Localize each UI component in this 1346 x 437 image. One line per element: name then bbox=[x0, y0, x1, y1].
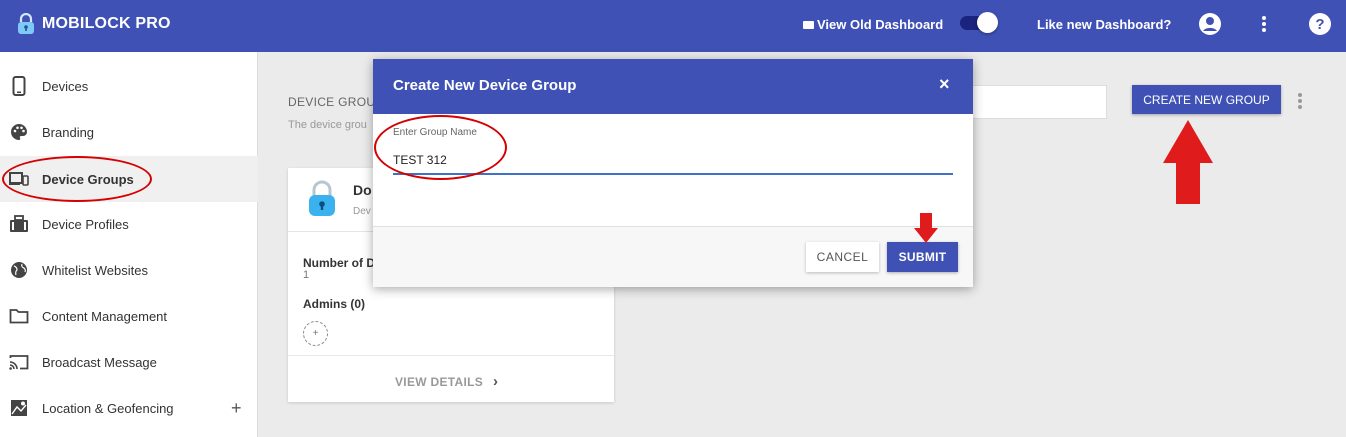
lock-icon bbox=[309, 180, 335, 216]
sidebar-item-label: Location & Geofencing bbox=[42, 400, 174, 416]
add-admin-button[interactable]: + bbox=[303, 321, 328, 346]
lock-logo-icon bbox=[18, 13, 34, 34]
group-name: Do bbox=[353, 182, 372, 198]
phone-icon bbox=[9, 76, 29, 96]
create-group-dialog: Create New Device Group × Enter Group Na… bbox=[373, 59, 973, 287]
close-icon[interactable]: × bbox=[939, 74, 950, 95]
search-input[interactable] bbox=[960, 85, 1107, 119]
page-subtitle: The device grou bbox=[288, 119, 367, 131]
sidebar-item-broadcast-message[interactable]: Broadcast Message bbox=[0, 339, 258, 385]
page-more-vert-icon[interactable] bbox=[1293, 92, 1307, 110]
view-details-link[interactable]: VIEW DETAILS › bbox=[395, 373, 498, 390]
cancel-button[interactable]: CANCEL bbox=[806, 242, 879, 272]
sidebar-item-label: Devices bbox=[42, 78, 89, 94]
sidebar-item-label: Whitelist Websites bbox=[42, 262, 148, 278]
devices-icon bbox=[9, 169, 29, 189]
sidebar-item-label: Broadcast Message bbox=[42, 354, 157, 370]
top-app-bar: MOBILOCK PRO View Old Dashboard Like new… bbox=[0, 0, 1346, 52]
view-old-dashboard-link[interactable]: View Old Dashboard bbox=[803, 17, 943, 32]
sidebar-item-device-profiles[interactable]: Device Profiles bbox=[0, 201, 258, 247]
more-vert-icon[interactable] bbox=[1251, 11, 1277, 37]
account-icon[interactable] bbox=[1197, 11, 1223, 37]
group-name-field-label: Enter Group Name bbox=[393, 127, 477, 138]
sidebar-item-device-groups[interactable]: Device Groups bbox=[0, 156, 258, 202]
sidebar-item-branding[interactable]: Branding bbox=[0, 109, 258, 155]
view-details-label: VIEW DETAILS bbox=[395, 374, 484, 389]
divider bbox=[288, 355, 614, 356]
group-description: Dev bbox=[353, 206, 371, 217]
sidebar-item-label: Content Management bbox=[42, 308, 168, 324]
view-old-dashboard-label: View Old Dashboard bbox=[817, 17, 944, 32]
sidebar-item-devices[interactable]: Devices bbox=[0, 63, 258, 109]
annotation-arrow-down bbox=[914, 213, 938, 243]
brand-name: MOBILOCK PRO bbox=[42, 15, 171, 32]
globe-icon bbox=[9, 260, 29, 280]
sidebar-item-location-geofencing[interactable]: Location & Geofencing + bbox=[0, 385, 258, 431]
create-new-group-button[interactable]: CREATE NEW GROUP bbox=[1132, 85, 1281, 114]
group-name-input[interactable] bbox=[393, 147, 953, 175]
briefcase-icon bbox=[9, 214, 29, 234]
toggle-knob bbox=[977, 12, 998, 33]
map-icon bbox=[9, 398, 29, 418]
sidebar: Devices Branding Device Groups Device Pr… bbox=[0, 52, 258, 437]
dialog-footer: CANCEL SUBMIT bbox=[373, 226, 973, 287]
svg-text:?: ? bbox=[1315, 16, 1324, 33]
sidebar-item-label: Device Groups bbox=[42, 171, 134, 187]
number-of-devices-value: 1 bbox=[303, 269, 310, 281]
monitor-icon bbox=[803, 20, 814, 29]
palette-icon bbox=[9, 122, 29, 142]
sidebar-item-whitelist-websites[interactable]: Whitelist Websites bbox=[0, 247, 258, 293]
expand-plus-icon[interactable]: + bbox=[231, 398, 242, 419]
page-title: DEVICE GROU bbox=[288, 95, 376, 109]
cast-icon bbox=[9, 352, 29, 372]
dialog-header: Create New Device Group × bbox=[373, 59, 973, 114]
dashboard-toggle[interactable] bbox=[958, 12, 998, 33]
chevron-right-icon: › bbox=[493, 373, 499, 390]
annotation-arrow-up bbox=[1163, 120, 1213, 204]
dialog-title: Create New Device Group bbox=[393, 77, 577, 94]
like-new-dashboard-link[interactable]: Like new Dashboard? bbox=[1037, 17, 1171, 32]
help-icon[interactable]: ? bbox=[1307, 11, 1333, 37]
sidebar-item-label: Device Profiles bbox=[42, 216, 129, 232]
sidebar-item-label: Branding bbox=[42, 124, 95, 140]
submit-button[interactable]: SUBMIT bbox=[887, 242, 958, 272]
admins-label: Admins (0) bbox=[303, 297, 366, 311]
sidebar-item-content-management[interactable]: Content Management bbox=[0, 293, 258, 339]
number-of-devices-label: Number of D bbox=[303, 256, 375, 270]
brand[interactable]: MOBILOCK PRO bbox=[16, 13, 171, 35]
folder-icon bbox=[9, 306, 29, 326]
